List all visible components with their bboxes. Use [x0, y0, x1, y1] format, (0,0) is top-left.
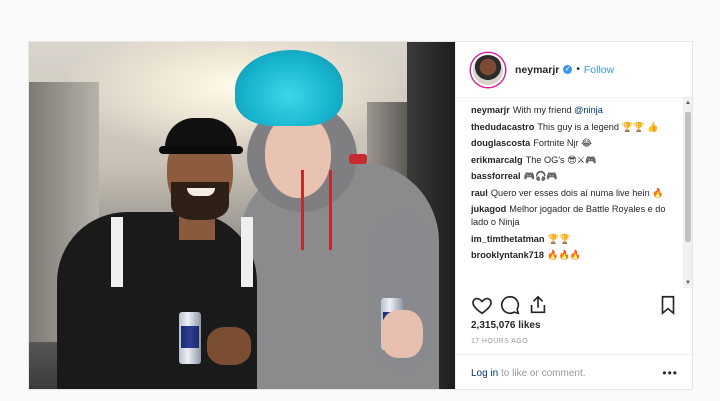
- post-card: neymarjr ✓ • Follow neymarjr With my frie…: [28, 41, 693, 390]
- comment-item: thedudacastro This guy is a legend 🏆🏆 👍: [471, 121, 683, 134]
- comment-username[interactable]: thedudacastro: [471, 122, 534, 132]
- comment-mention-link[interactable]: @ninja: [574, 105, 603, 115]
- comment-item: douglascosta Fortnite Njr 😂: [471, 137, 683, 150]
- header-username[interactable]: neymarjr: [515, 64, 559, 76]
- hoodie-string: [301, 170, 304, 250]
- comment-icon[interactable]: [499, 294, 521, 316]
- heart-icon[interactable]: [471, 294, 493, 316]
- comment-text: Quero ver esses dois aí numa live hein 🔥: [490, 187, 664, 198]
- jacket-stripe: [241, 217, 253, 287]
- comment-username[interactable]: erikmarcalg: [471, 155, 523, 165]
- person-left-smile: [187, 188, 215, 196]
- cap-bill: [159, 146, 243, 154]
- share-icon[interactable]: [527, 294, 549, 316]
- post-photo[interactable]: [29, 42, 455, 389]
- hoodie-logo: [349, 154, 367, 164]
- profile-avatar[interactable]: [471, 52, 505, 87]
- comment-username[interactable]: im_timthetatman: [471, 234, 545, 244]
- comments-list: neymarjr With my friend @ninja thedudacast…: [471, 104, 683, 286]
- person-right-blue-hair: [235, 50, 343, 126]
- follow-button[interactable]: Follow: [584, 64, 614, 76]
- person-left-hand: [207, 327, 251, 365]
- login-prompt-text: to like or comment.: [498, 368, 586, 379]
- comment-item: brooklyntank718 🔥🔥🔥: [471, 249, 683, 262]
- likes-count[interactable]: 2,315,076 likes: [471, 320, 541, 331]
- scroll-up-arrow-icon[interactable]: ▲: [683, 98, 692, 108]
- comment-item: bassforreal 🎮🎧🎮: [471, 170, 683, 183]
- comment-username[interactable]: bassforreal: [471, 171, 521, 181]
- comment-username[interactable]: neymarjr: [471, 105, 510, 115]
- verified-badge-icon: ✓: [563, 65, 573, 74]
- person-right-face: [265, 114, 331, 198]
- comment-footer: Log in to like or comment. •••: [456, 354, 692, 389]
- comment-text: Fortnite Njr 😂: [533, 138, 592, 148]
- post-timestamp[interactable]: 17 HOURS AGO: [471, 338, 528, 345]
- post-header: neymarjr ✓ • Follow: [456, 42, 692, 98]
- scrollbar-thumb[interactable]: [685, 112, 691, 242]
- comment-item: jukagod Melhor jogador de Battle Royales …: [471, 203, 683, 229]
- comment-item: erikmarcalg The OG's 😎⚔🎮: [471, 154, 683, 167]
- comment-text: 🏆🏆: [547, 233, 571, 244]
- action-bar: [471, 294, 679, 316]
- drink-can: [179, 312, 201, 364]
- comment-text: 🎮🎧🎮: [523, 171, 558, 181]
- comment-username[interactable]: douglascosta: [471, 138, 530, 148]
- hoodie-string: [329, 170, 332, 250]
- comments-scrollbar[interactable]: ▲ ▼: [683, 98, 692, 288]
- header-separator: •: [576, 64, 580, 75]
- jacket-stripe: [111, 217, 123, 287]
- comment-username[interactable]: brooklyntank718: [471, 250, 544, 260]
- comment-text: This guy is a legend 🏆🏆 👍: [537, 121, 659, 132]
- bookmark-icon[interactable]: [657, 294, 679, 316]
- login-link[interactable]: Log in: [471, 368, 498, 379]
- comment-item: im_timthetatman 🏆🏆: [471, 233, 683, 246]
- scroll-down-arrow-icon[interactable]: ▼: [683, 278, 692, 288]
- login-prompt: Log in to like or comment.: [471, 368, 586, 379]
- comment-text: 🔥🔥🔥: [547, 250, 582, 260]
- comment-username[interactable]: raul: [471, 188, 488, 198]
- comment-item: neymarjr With my friend @ninja: [471, 104, 683, 117]
- comment-username[interactable]: jukagod: [471, 204, 506, 214]
- comment-text: The OG's 😎⚔🎮: [525, 154, 597, 165]
- comment-item: raul Quero ver esses dois aí numa live he…: [471, 187, 683, 200]
- comment-text: With my friend: [512, 105, 575, 115]
- post-sidebar: neymarjr ✓ • Follow neymarjr With my frie…: [455, 42, 692, 389]
- person-right-hand: [381, 310, 423, 358]
- more-options-icon[interactable]: •••: [662, 366, 678, 380]
